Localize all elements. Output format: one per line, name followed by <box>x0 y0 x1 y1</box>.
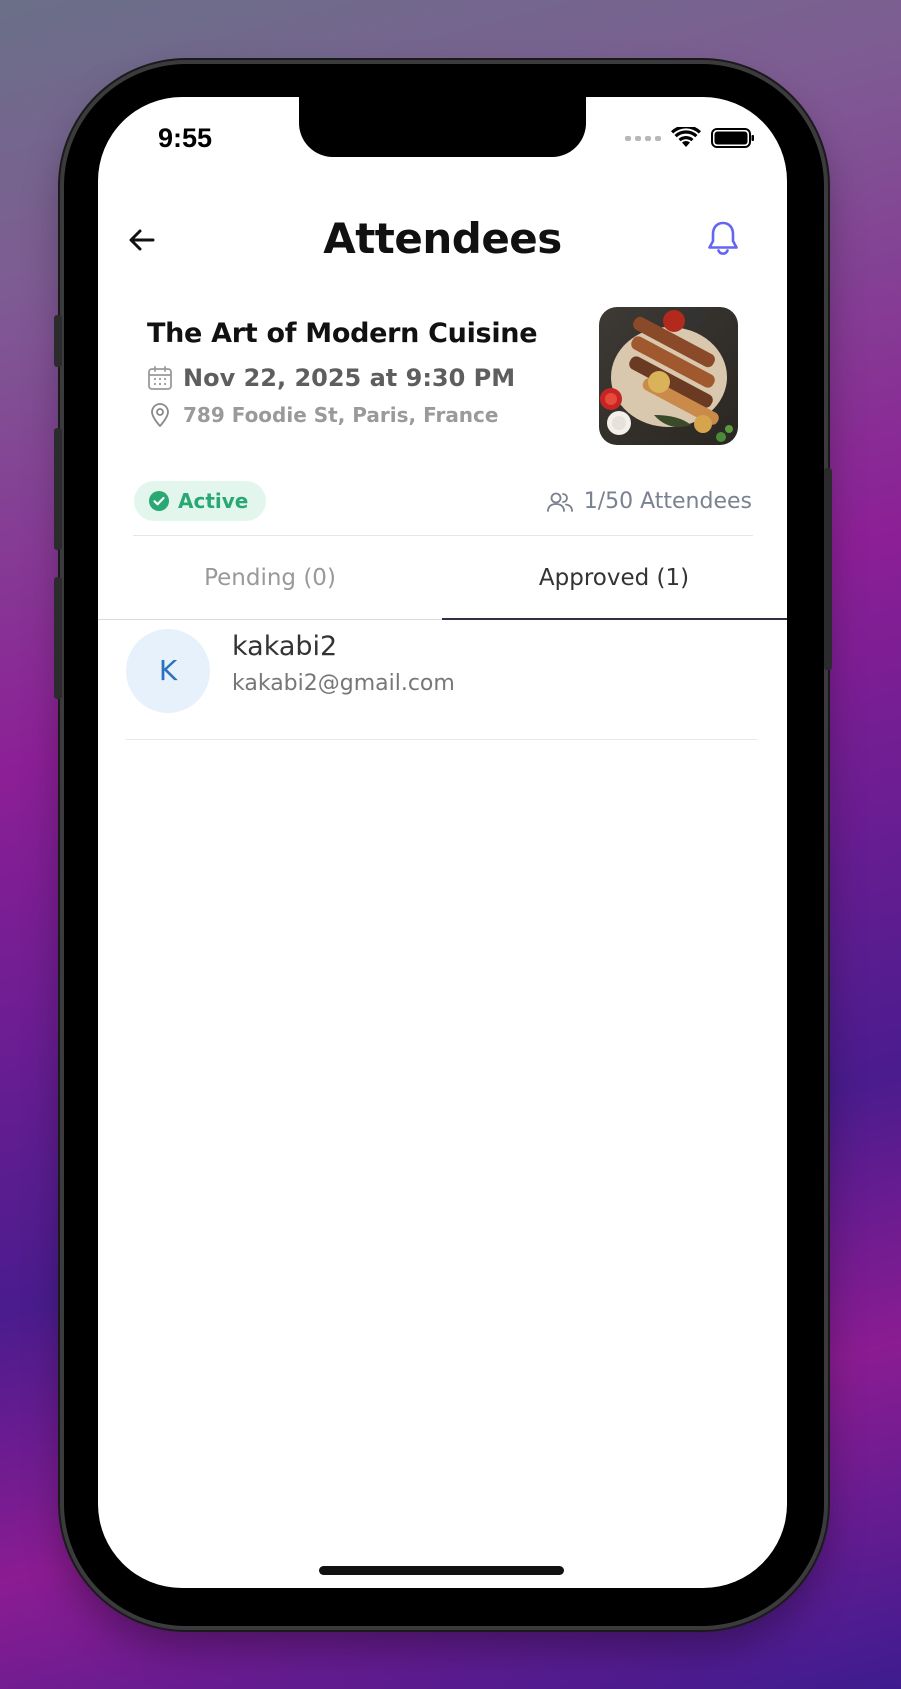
event-image <box>599 307 738 445</box>
event-date-row: Nov 22, 2025 at 9:30 PM <box>147 364 515 392</box>
location-pin-icon <box>151 403 169 427</box>
event-title: The Art of Modern Cuisine <box>147 318 538 349</box>
home-indicator <box>319 1566 564 1575</box>
avatar: K <box>126 629 210 713</box>
attendee-list-item[interactable]: K kakabi2 kakabi2@gmail.com <box>126 629 757 740</box>
app-screen: 9:55 Attendees The Art of Modern Cuisine… <box>98 97 787 1588</box>
event-location-row: 789 Foodie St, Paris, France <box>147 402 498 428</box>
notifications-button[interactable] <box>703 219 743 259</box>
volume-up-button <box>54 428 62 550</box>
mute-switch <box>54 315 62 367</box>
attendee-name: kakabi2 <box>232 631 338 662</box>
calendar-icon <box>148 366 172 390</box>
tab-pending[interactable]: Pending (0) <box>98 537 442 619</box>
attendee-count: 1/50 Attendees <box>546 489 752 514</box>
bell-icon <box>708 221 738 255</box>
volume-down-button <box>54 577 62 699</box>
attendee-email: kakabi2@gmail.com <box>232 671 455 696</box>
tab-approved[interactable]: Approved (1) <box>442 537 787 620</box>
header-bar: Attendees <box>98 206 787 276</box>
check-circle-icon <box>149 491 169 511</box>
header <box>98 97 787 167</box>
divider <box>133 535 753 536</box>
status-badge: Active <box>134 481 267 521</box>
attendee-count-label: 1/50 Attendees <box>583 489 752 514</box>
event-location: 789 Foodie St, Paris, France <box>183 403 499 427</box>
status-label: Active <box>178 489 249 513</box>
event-date: Nov 22, 2025 at 9:30 PM <box>183 364 516 392</box>
page-title: Attendees <box>323 214 562 263</box>
attendee-tabs: Pending (0) Approved (1) <box>98 537 787 620</box>
power-button <box>824 468 832 670</box>
users-icon <box>546 492 573 512</box>
